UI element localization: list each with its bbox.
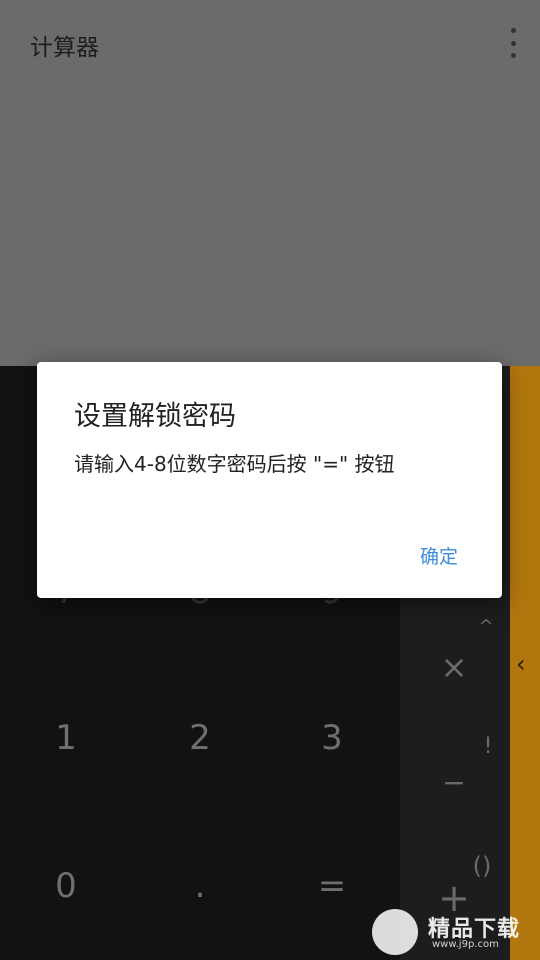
dialog-title: 设置解锁密码	[74, 401, 236, 432]
key-2[interactable]: 2	[170, 718, 230, 758]
watermark-icon	[372, 909, 418, 955]
key-minus[interactable]: −	[424, 766, 484, 799]
key-factorial[interactable]: !	[458, 734, 518, 759]
key-3[interactable]: 3	[302, 718, 362, 758]
chevron-left-icon[interactable]: ‹	[516, 650, 526, 678]
key-0[interactable]: 0	[36, 866, 96, 906]
more-options-icon[interactable]	[508, 28, 518, 58]
key-multiply[interactable]: ×	[424, 648, 484, 686]
key-power[interactable]: ^	[456, 616, 516, 637]
dialog-message: 请输入4-8位数字密码后按 "=" 按钮	[74, 452, 395, 476]
key-equals[interactable]: =	[302, 866, 362, 906]
app-title: 计算器	[30, 35, 99, 61]
key-decimal[interactable]: .	[170, 866, 230, 906]
display-area: 计算器	[0, 0, 540, 366]
set-password-dialog: 设置解锁密码 请输入4-8位数字密码后按 "=" 按钮 确定	[37, 362, 502, 598]
watermark-url: www.j9p.com	[432, 939, 499, 950]
key-1[interactable]: 1	[36, 718, 96, 758]
confirm-button[interactable]: 确定	[420, 542, 458, 569]
watermark-logo: 精品下载 www.j9p.com	[372, 905, 540, 960]
